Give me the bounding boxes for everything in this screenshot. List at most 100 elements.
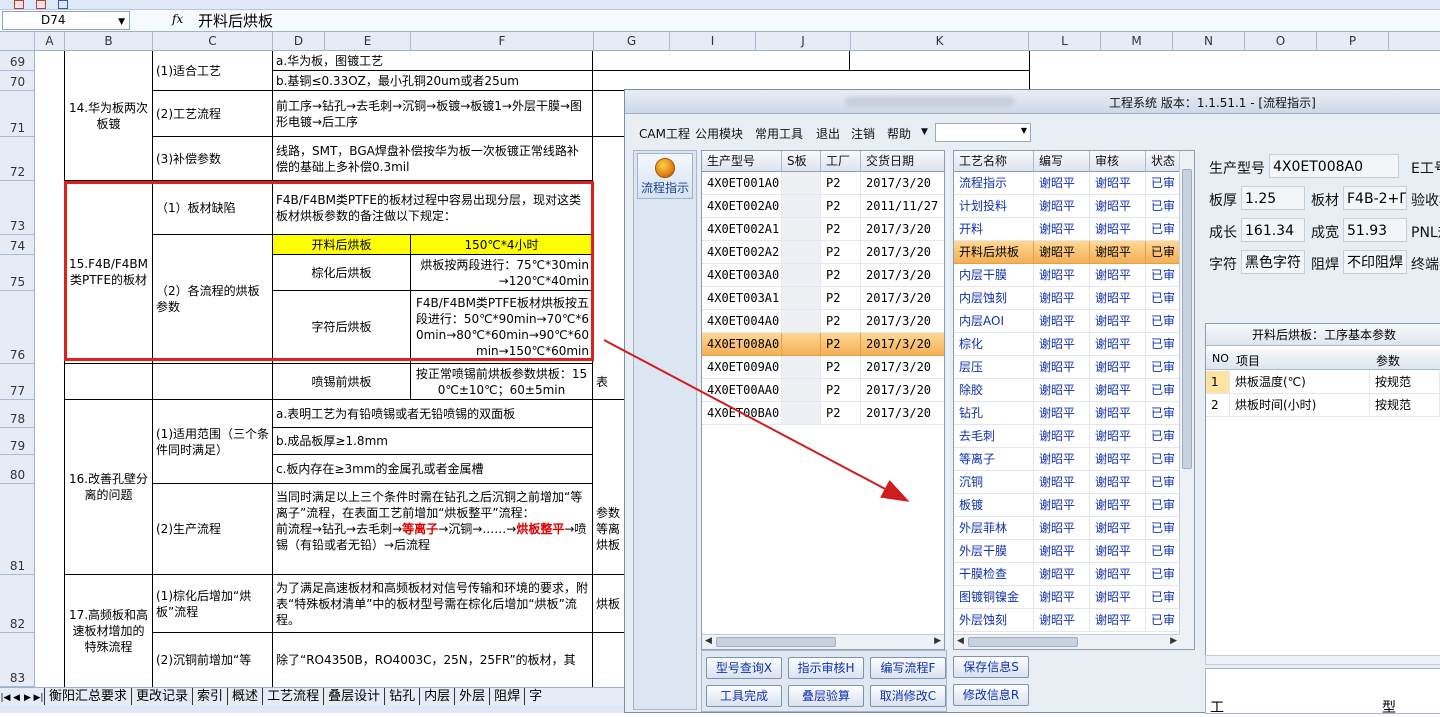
scroll-thumb[interactable] [1182,169,1192,469]
sheet-tab[interactable]: 概述 [227,688,262,705]
length-field[interactable]: 161.34 [1241,218,1305,242]
order-row[interactable]: 4X0ET009A0 P2 2017/3/20 [702,356,944,379]
sheet-tab[interactable]: 更改记录 [131,688,192,705]
order-row[interactable]: 4X0ET004A0 P2 2017/3/20 [702,310,944,333]
select-all-corner[interactable] [0,32,35,51]
cell-c78[interactable]: (1)适用范围（三个条件同时满足） [153,400,273,484]
column-header[interactable]: I [670,32,756,51]
order-row[interactable]: 4X0ET003A1 P2 2017/3/20 [702,287,944,310]
cell-d81[interactable]: 当同时满足以上三个条件时需在钻孔之后沉铜之前增加“等离子”流程，在表面工艺前增加… [273,484,593,575]
cell-f76[interactable]: F4B/F4BM类PTFE板材烘板按五段进行：50℃*90min→70℃*60m… [411,291,593,364]
order-row[interactable]: 4X0ET008A0 P2 2017/3/20 [702,333,944,356]
sheet-tab[interactable]: 钻孔 [384,688,419,705]
column-header[interactable]: F [411,32,594,51]
order-column-header[interactable]: S板 [782,151,821,172]
sheet-tab[interactable]: 外层 [454,688,489,705]
column-header[interactable]: O [1245,32,1317,51]
process-row[interactable]: 除胶 谢昭平 谢昭平 已审 [954,379,1181,402]
column-header[interactable]: M [1101,32,1173,51]
first-sheet-icon[interactable]: |◀ [0,690,11,705]
cell-d73[interactable]: F4B/F4BM类PTFE的板材过程中容易出现分层，现对这类板材烘板参数的备注做… [273,181,593,235]
cell-d74-selected[interactable]: 开料后烘板 [273,235,411,255]
edit-flow-button[interactable]: 编写流程F [870,657,946,679]
process-row[interactable]: 计划投料 谢昭平 谢昭平 已审 [954,195,1181,218]
process-row[interactable]: 开料后烘板 谢昭平 谢昭平 已审 [954,241,1181,264]
column-header[interactable]: B [65,32,153,51]
pdf-icon[interactable] [14,0,24,9]
row-header[interactable]: 75 [0,255,35,291]
chevron-down-icon[interactable]: ▼ [1021,126,1027,135]
column-header[interactable]: L [1029,32,1101,51]
model-field[interactable]: 4X0ET008A0 [1269,154,1399,178]
process-row[interactable]: 外层干膜 谢昭平 谢昭平 已审 [954,540,1181,563]
order-table-hscroll[interactable]: ◀ ▶ [702,634,944,649]
column-header[interactable]: P [1317,32,1389,51]
process-row[interactable]: 去毛刺 谢昭平 谢昭平 已审 [954,425,1181,448]
cell-d70[interactable]: b.基铜≤0.33OZ，最小孔铜20um或者25um [273,71,593,91]
cell-c73[interactable]: （1）板材缺陷 [153,181,273,235]
process-row[interactable]: 等离子 谢昭平 谢昭平 已审 [954,448,1181,471]
row-header[interactable]: 70 [0,71,35,91]
row-header[interactable]: 77 [0,364,35,400]
order-table[interactable]: 生产型号 S板 工厂 交货日期 4X0ET001A0 P2 2017/3/20 4X0ET0… [701,150,945,650]
cell-b-group17[interactable]: 17.高频板和高速板材增加的特殊流程 [65,575,153,687]
process-row[interactable]: 钻孔 谢昭平 谢昭平 已审 [954,402,1181,425]
name-box[interactable]: D74 ▼ [2,11,130,30]
process-row[interactable]: 外层蚀刻 谢昭平 谢昭平 已审 [954,609,1181,632]
audit-instruction-button[interactable]: 指示审核H [788,657,864,679]
process-row[interactable]: 干膜检查 谢昭平 谢昭平 已审 [954,563,1181,586]
order-row[interactable]: 4X0ET002A0 P2 2011/11/27 [702,195,944,218]
column-header[interactable]: K [851,32,1029,51]
order-column-header[interactable]: 交货日期 [861,151,944,172]
column-header[interactable]: G [594,32,670,51]
order-row[interactable]: 4X0ET002A2 P2 2017/3/20 [702,241,944,264]
process-table[interactable]: 工艺名称 编写 审核 状态 流程指示 谢昭平 谢昭平 已审 计划投料 谢昭平 谢昭平 已审 开料 谢昭平… [953,150,1195,650]
width-field[interactable]: 51.93 [1343,218,1407,242]
process-row[interactable]: 内层蚀刻 谢昭平 谢昭平 已审 [954,287,1181,310]
column-header[interactable]: C [153,32,273,51]
sheet-tab[interactable]: 内层 [419,688,454,705]
query-model-button[interactable]: 型号查询X [706,657,782,679]
sheet-tab[interactable]: 字 [524,688,546,705]
order-row[interactable]: 4X0ET002A1 P2 2017/3/20 [702,218,944,241]
cell-b-group16[interactable]: 16.改善孔壁分离的问题 [65,400,153,575]
cell-b-group15[interactable]: 15.F4B/F4BM类PTFE的板材 [65,181,153,364]
menu-logout[interactable]: 注销 [851,125,875,142]
sheet-tab[interactable]: 衡阳汇总要求 [44,688,131,705]
column-header[interactable]: D [273,32,325,51]
cell-c82[interactable]: (1)棕化后增加“烘板”流程 [153,575,273,633]
cell-i69[interactable] [593,51,850,71]
order-column-header[interactable]: 工厂 [821,151,861,172]
cell-c81[interactable]: (2)生产流程 [153,484,273,575]
cell-d69[interactable]: a.华为板，图镀工艺 [273,51,593,71]
modify-info-button[interactable]: 修改信息R [953,684,1029,706]
pdf-export-icon[interactable] [36,0,46,9]
dropdown-icon[interactable] [58,0,68,9]
cell-l69[interactable] [850,51,1030,71]
order-column-header[interactable]: 生产型号 [702,151,782,172]
cell-c74[interactable]: （2）各流程的烘板参数 [153,235,273,364]
process-column-header[interactable]: 工艺名称 [954,151,1034,172]
order-row[interactable]: 4X0ET00AA0 P2 2017/3/20 [702,379,944,402]
row-header[interactable]: 79 [0,428,35,455]
menu-overflow-icon[interactable]: ▼ [921,127,928,137]
scroll-thumb[interactable] [968,637,1078,647]
process-row[interactable]: 流程指示 谢昭平 谢昭平 已审 [954,172,1181,195]
cell-c69[interactable]: (1)适合工艺 [153,51,273,91]
next-sheet-icon[interactable]: ▶ [22,690,33,705]
cell-d83[interactable]: 除了“RO4350B，RO4003C，25N，25FR”的板材，其 [273,633,593,687]
cell-c83[interactable]: (2)沉铜前增加“等 [153,633,273,687]
cell-d79[interactable]: b.成品板厚≥1.8mm [273,428,593,455]
cell-d77[interactable]: 喷锡前烘板 [273,364,411,400]
cell-c71[interactable]: (2)工艺流程 [153,91,273,137]
cell-d78[interactable]: a.表明工艺为有铅喷锡或者无铅喷锡的双面板 [273,400,593,428]
process-row[interactable]: 沉铜 谢昭平 谢昭平 已审 [954,471,1181,494]
column-header[interactable]: J [756,32,851,51]
scroll-left-icon[interactable]: ◀ [705,636,712,646]
row-header[interactable]: 72 [0,137,35,181]
cell-f75[interactable]: 烘板按两段进行：75℃*30min→120℃*40min [411,255,593,291]
menu-cam[interactable]: CAM工程 [639,125,690,142]
cell-c72[interactable]: (3)补偿参数 [153,137,273,181]
prev-sheet-icon[interactable]: ◀ [11,690,22,705]
process-row[interactable]: 外层菲林 谢昭平 谢昭平 已审 [954,517,1181,540]
